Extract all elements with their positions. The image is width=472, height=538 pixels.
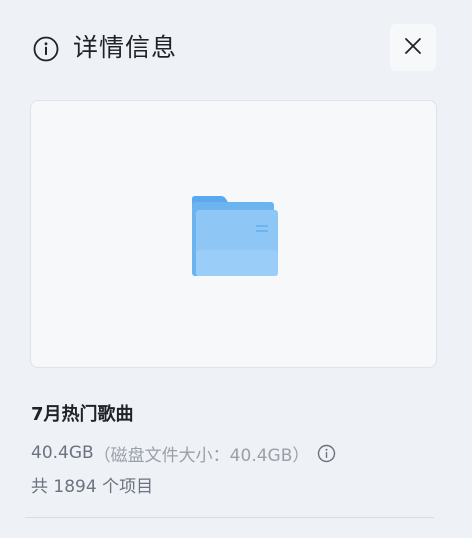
item-count: 共 1894 个项目 (31, 477, 154, 497)
panel-title: 详情信息 (73, 33, 178, 62)
info-icon (32, 35, 60, 63)
details-header: 详情信息 (0, 0, 472, 96)
size-info: 40.4GB （磁盘文件大小：40.4GB） (31, 439, 336, 467)
divider (25, 517, 434, 518)
file-preview (30, 100, 437, 368)
folder-icon (191, 196, 279, 276)
close-icon (403, 36, 423, 60)
close-button[interactable] (390, 24, 436, 71)
disk-size-detail: （磁盘文件大小：40.4GB） (93, 445, 310, 466)
folder-size: 40.4GB (31, 443, 94, 463)
size-info-icon[interactable] (317, 444, 336, 463)
folder-name: 7月热门歌曲 (31, 404, 134, 425)
